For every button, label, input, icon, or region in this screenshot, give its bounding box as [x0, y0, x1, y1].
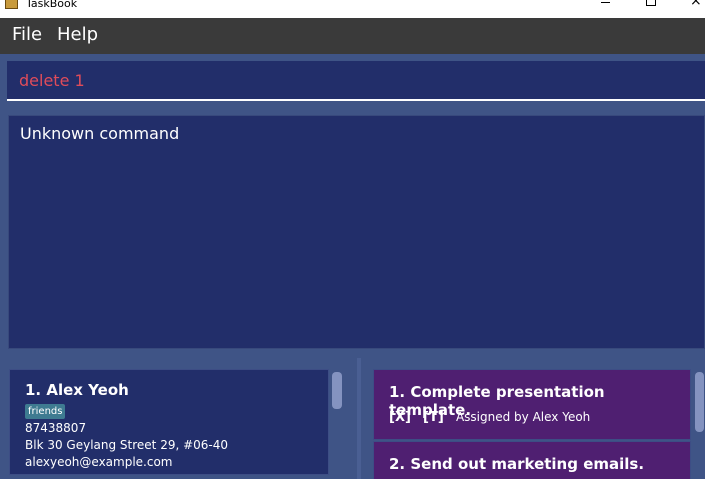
task-title: 2. Send out marketing emails. [389, 455, 645, 473]
task-meta: [X] [T] Assigned by Alex Yeoh [389, 410, 590, 425]
task-done-flag: [X] [389, 410, 411, 425]
title-bar: TaskBook × [0, 0, 705, 18]
person-email: alexyeoh@example.com [25, 455, 173, 469]
task-list-panel: 1. Complete presentation template. [X] [… [372, 368, 705, 479]
task-list-scroll-thumb[interactable] [695, 372, 704, 432]
result-message: Unknown command [20, 124, 180, 143]
app-icon [5, 0, 18, 9]
person-list-panel: 1. Alex Yeoh friends 87438807 Blk 30 Gey… [8, 368, 349, 479]
maximize-icon[interactable] [645, 0, 657, 8]
task-card[interactable]: 1. Complete presentation template. [X] [… [373, 369, 691, 440]
task-card[interactable]: 2. Send out marketing emails. [373, 441, 691, 479]
menu-file[interactable]: File [12, 24, 42, 45]
person-phone: 87438807 [25, 421, 87, 435]
command-text: delete 1 [19, 71, 85, 90]
person-name: 1. Alex Yeoh [25, 381, 129, 399]
task-type-flag: [T] [423, 410, 444, 425]
person-card[interactable]: 1. Alex Yeoh friends 87438807 Blk 30 Gey… [9, 369, 329, 475]
panel-divider[interactable] [357, 358, 361, 479]
command-input[interactable]: delete 1 [7, 61, 705, 101]
result-display: Unknown command [8, 115, 705, 349]
menu-help[interactable]: Help [57, 24, 98, 45]
menu-bar: File Help [0, 18, 705, 54]
person-tag: friends [25, 404, 66, 419]
window-title: TaskBook [26, 0, 78, 10]
person-list-scroll-thumb[interactable] [332, 372, 342, 409]
close-icon[interactable]: × [690, 0, 702, 8]
person-list-scrollbar[interactable] [330, 368, 349, 479]
task-list-scrollbar[interactable] [692, 368, 705, 479]
minimize-icon[interactable] [600, 0, 612, 8]
task-assigned: Assigned by Alex Yeoh [455, 410, 591, 424]
person-address: Blk 30 Geylang Street 29, #06-40 [25, 438, 229, 452]
